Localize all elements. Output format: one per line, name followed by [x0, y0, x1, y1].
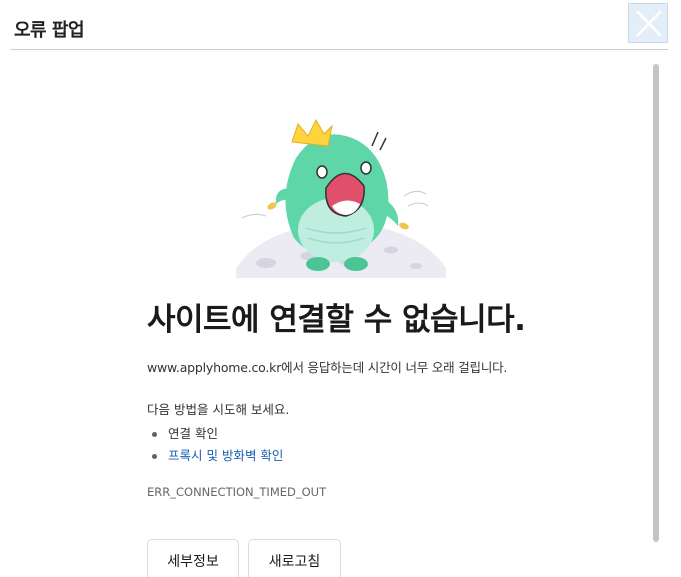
- scrollbar-thumb[interactable]: [653, 64, 659, 542]
- error-code: ERR_CONNECTION_TIMED_OUT: [147, 485, 327, 499]
- crying-mascot-illustration: [236, 118, 446, 278]
- proxy-firewall-link[interactable]: 프록시 및 방화벽 확인: [168, 448, 283, 463]
- suggestion-list: 연결 확인 프록시 및 방화벽 확인: [147, 426, 283, 470]
- popup-title: 오류 팝업: [14, 20, 85, 41]
- close-button[interactable]: [628, 3, 668, 43]
- error-heading: 사이트에 연결할 수 없습니다.: [147, 302, 526, 338]
- error-message: www.applyhome.co.kr에서 응답하는데 시간이 너무 오래 걸립…: [147, 360, 508, 375]
- suggestion-item-proxy-firewall[interactable]: 프록시 및 방화벽 확인: [147, 448, 283, 470]
- popup-header: 오류 팝업: [0, 0, 681, 50]
- close-x-icon: [636, 10, 662, 37]
- suggestion-text: 연결 확인: [168, 426, 218, 441]
- details-button[interactable]: 세부정보: [147, 539, 239, 577]
- suggestion-intro: 다음 방법을 시도해 보세요.: [147, 402, 290, 417]
- vertical-scrollbar[interactable]: [653, 64, 661, 542]
- error-popup: 오류 팝업 사이트에 연결할 수 없습니다. www.applyhome.co.…: [0, 0, 681, 577]
- suggestion-item-check-connection: 연결 확인: [147, 426, 283, 448]
- reload-button[interactable]: 새로고침: [248, 539, 341, 577]
- error-page-content: 사이트에 연결할 수 없습니다. www.applyhome.co.kr에서 응…: [0, 50, 650, 577]
